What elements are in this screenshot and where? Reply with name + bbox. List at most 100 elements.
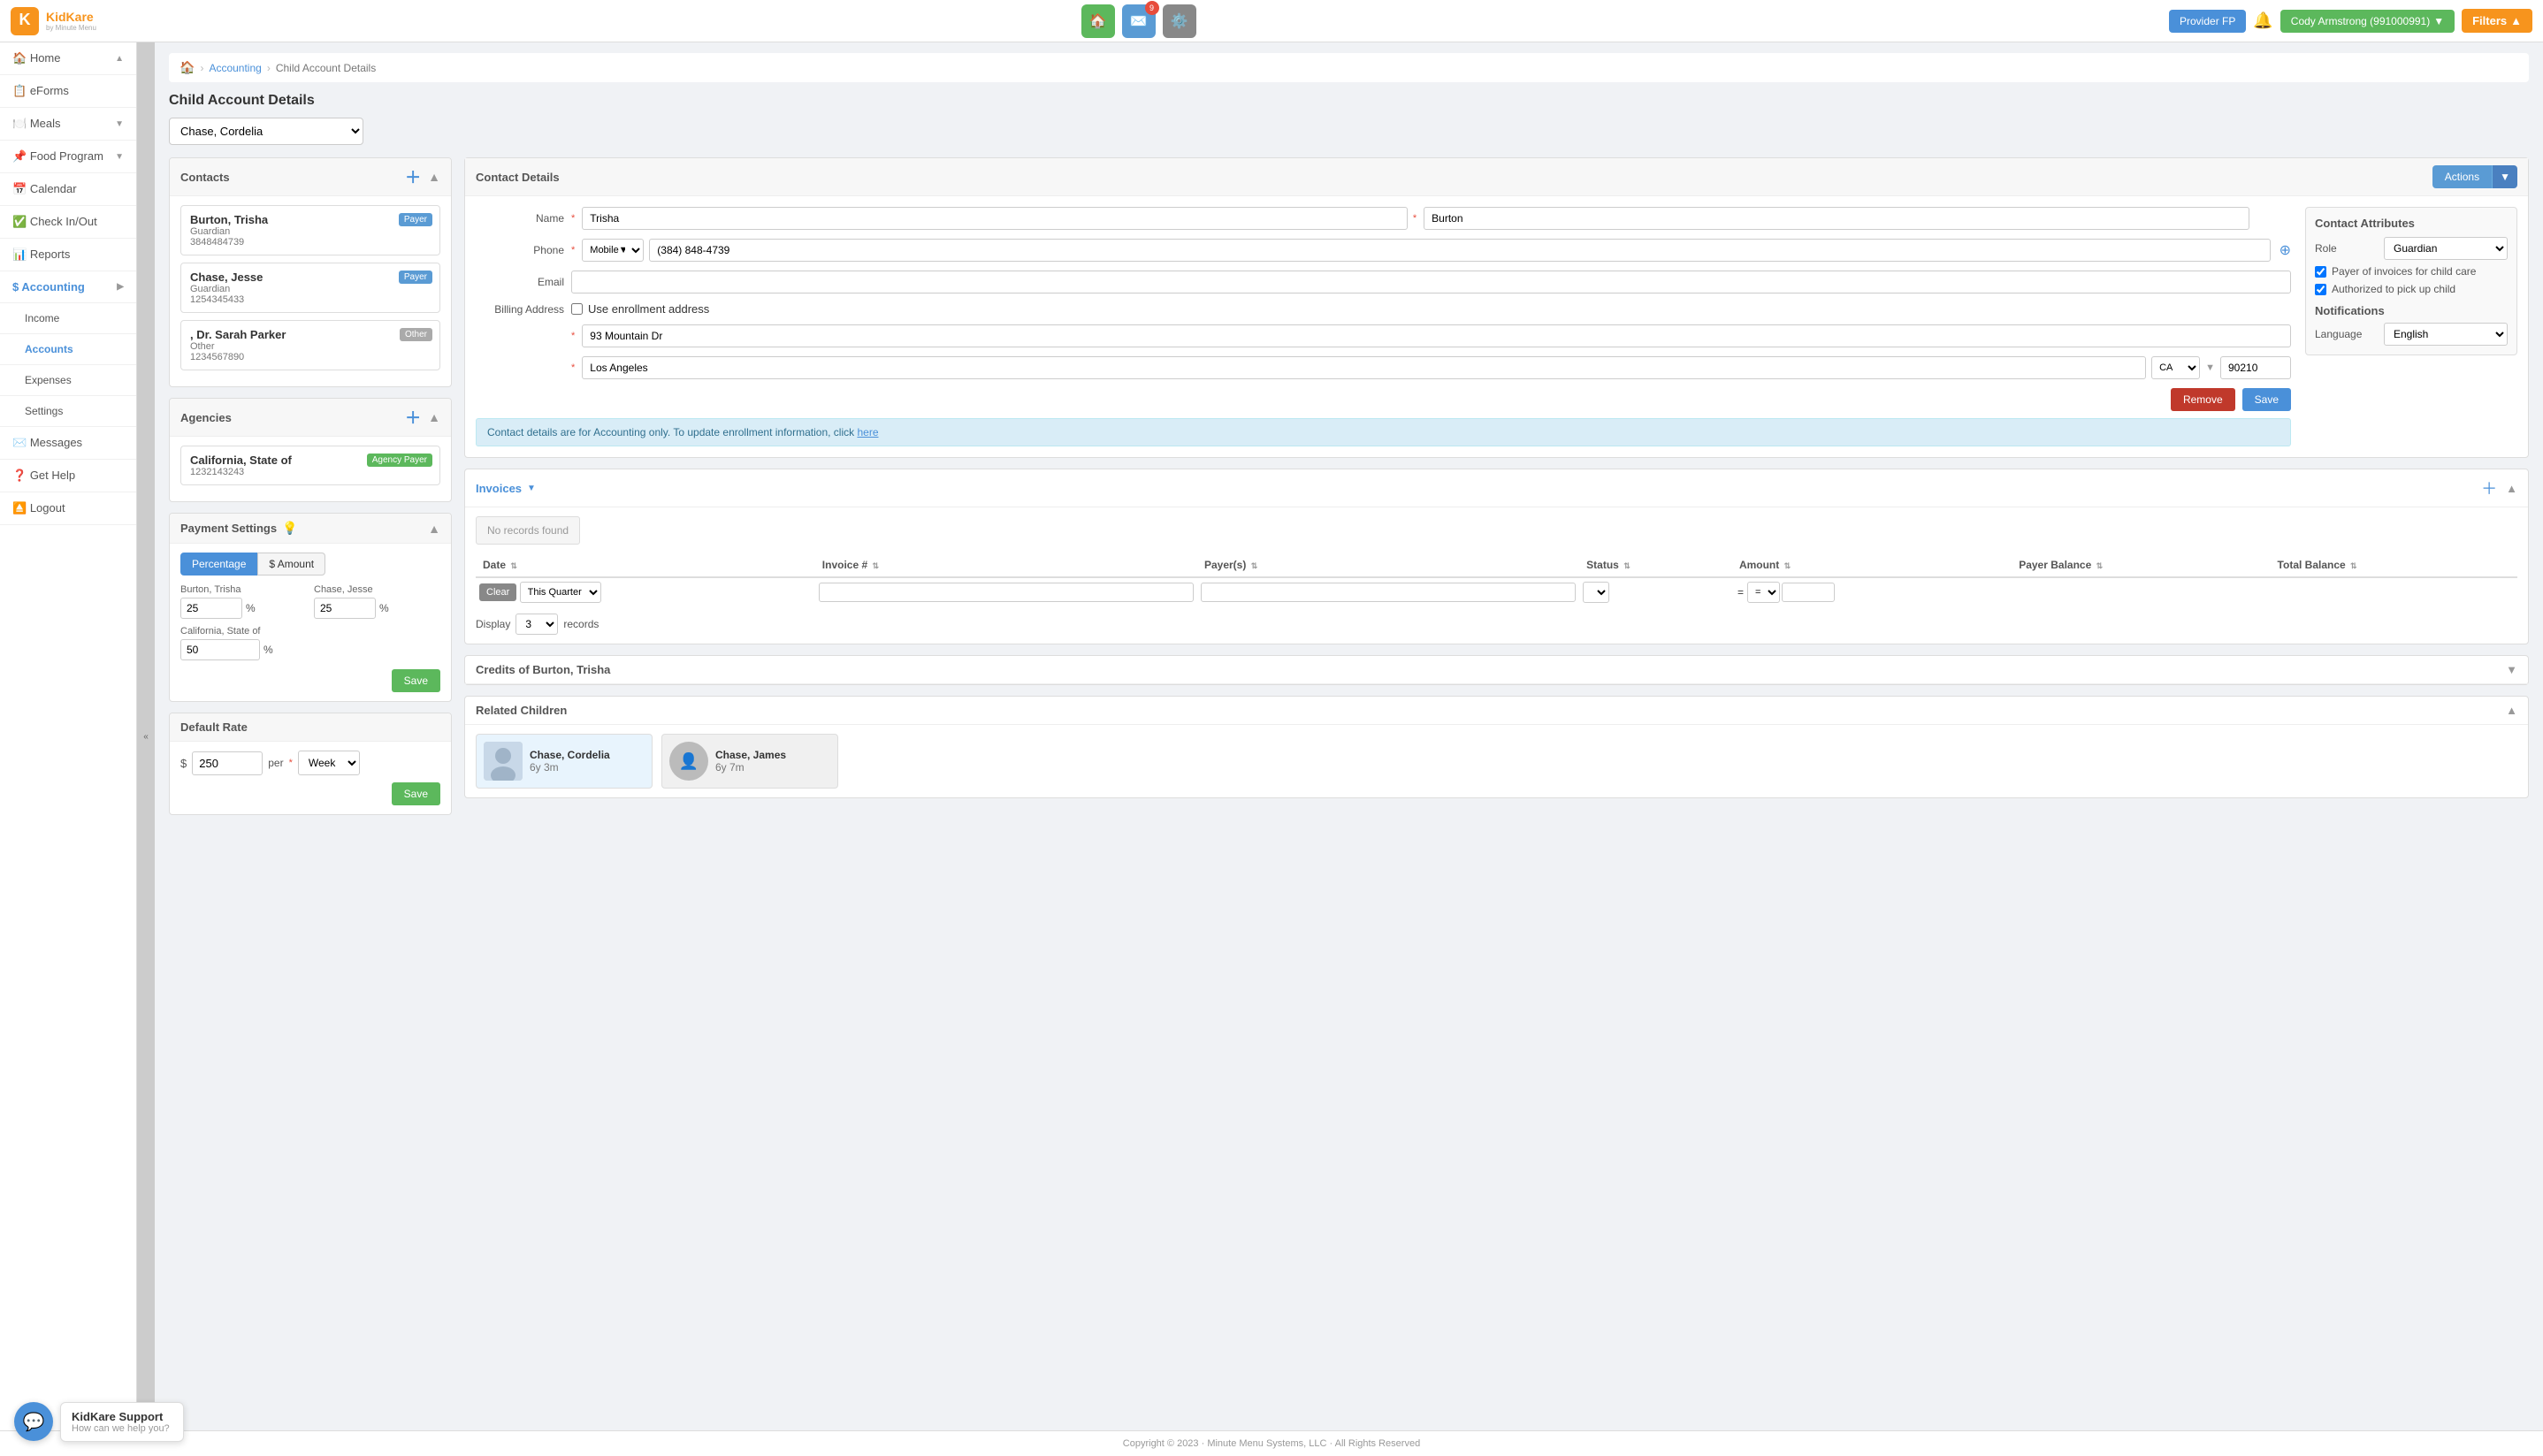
sidebar-checkinout-label: Check In/Out xyxy=(30,215,97,228)
sidebar-item-accounts[interactable]: Accounts xyxy=(0,334,136,365)
email-input[interactable] xyxy=(571,271,2291,293)
actions-btn[interactable]: Actions xyxy=(2432,165,2492,188)
role-select[interactable]: Guardian Parent Other xyxy=(2384,237,2508,260)
city-input[interactable] xyxy=(582,356,2146,379)
sidebar-toggle[interactable]: « xyxy=(137,42,155,1430)
agencies-collapse-btn[interactable]: ▲ xyxy=(428,410,440,424)
payment-save-btn[interactable]: Save xyxy=(392,669,440,692)
phone-input[interactable] xyxy=(649,239,2270,262)
notification-bell[interactable]: 🔔 xyxy=(2253,11,2272,30)
info-link[interactable]: here xyxy=(857,426,878,438)
zip-input[interactable] xyxy=(2220,356,2291,379)
invoice-header-row: Date ⇅ Invoice # ⇅ Payer(s) ⇅ Status ⇅ A… xyxy=(476,553,2517,577)
breadcrumb-accounting[interactable]: Accounting xyxy=(209,62,261,74)
col-payer-balance: Payer Balance ⇅ xyxy=(2012,553,2270,577)
pickup-checkbox[interactable] xyxy=(2315,284,2326,295)
state-select[interactable]: CA xyxy=(2151,356,2200,379)
contact-details-body: Name * * Phone xyxy=(465,196,2528,457)
home-nav-btn[interactable]: 🏠 xyxy=(1081,4,1115,38)
payer1-input[interactable] xyxy=(180,598,242,619)
language-select[interactable]: English Spanish French xyxy=(2384,323,2508,346)
pickup-checkbox-label: Authorized to pick up child xyxy=(2332,283,2455,295)
invoices-collapse-btn[interactable]: ▲ xyxy=(2506,482,2517,495)
contacts-panel: Contacts ＋ ▲ Payer Burton, Trisha Guardi… xyxy=(169,157,452,387)
child-card-1[interactable]: 👤 Chase, James 6y 7m xyxy=(661,734,838,789)
payer-checkbox[interactable] xyxy=(2315,266,2326,278)
contact-item-2[interactable]: Other , Dr. Sarah Parker Other 123456789… xyxy=(180,320,440,370)
sidebar-item-messages[interactable]: ✉️ Messages xyxy=(0,427,136,460)
chat-bubble-btn[interactable]: 💬 xyxy=(14,1402,53,1441)
main-content: 🏠 › Accounting › Child Account Details C… xyxy=(155,42,2543,1430)
user-btn[interactable]: Cody Armstrong (991000991) ▼ xyxy=(2280,10,2455,33)
invoices-add-btn[interactable]: ＋ xyxy=(2481,476,2497,499)
agency-item-0[interactable]: Agency Payer California, State of 123214… xyxy=(180,446,440,485)
contact-item-1[interactable]: Payer Chase, Jesse Guardian 1254345433 xyxy=(180,263,440,313)
agencies-add-btn[interactable]: ＋ xyxy=(405,406,421,429)
mail-nav-btn[interactable]: ✉️ 9 xyxy=(1122,4,1156,38)
payer-filter-input[interactable] xyxy=(1201,583,1576,602)
contacts-collapse-btn[interactable]: ▲ xyxy=(428,170,440,184)
sidebar-item-reports[interactable]: 📊 Reports xyxy=(0,239,136,271)
contact-item-0[interactable]: Payer Burton, Trisha Guardian 3848484739 xyxy=(180,205,440,255)
email-row: Email xyxy=(476,271,2291,293)
sidebar-item-foodprogram[interactable]: 📌 Food Program ▼ xyxy=(0,141,136,173)
agency-pct-input[interactable] xyxy=(180,639,260,660)
contact-badge-2: Other xyxy=(400,328,432,341)
sidebar-item-logout[interactable]: ⏏️ Logout xyxy=(0,492,136,525)
remove-btn[interactable]: Remove xyxy=(2171,388,2235,411)
top-nav: K KidKare by Minute Menu 🏠 ✉️ 9 ⚙️ Provi… xyxy=(0,0,2543,42)
amount-filter-input[interactable] xyxy=(1782,583,1835,602)
contact-phone-1: 1254345433 xyxy=(190,294,431,305)
sidebar-item-calendar[interactable]: 📅 Calendar xyxy=(0,173,136,206)
sidebar-item-settings[interactable]: Settings xyxy=(0,396,136,427)
right-column: Contact Details Actions ▼ Name xyxy=(464,157,2529,815)
rate-amount-input[interactable] xyxy=(192,751,263,775)
tab-percentage[interactable]: Percentage xyxy=(180,553,257,576)
amount-op-select[interactable]: = > < xyxy=(1747,582,1780,603)
default-rate-save-btn[interactable]: Save xyxy=(392,782,440,805)
logo: K KidKare by Minute Menu xyxy=(11,5,108,37)
sidebar-item-expenses[interactable]: Expenses xyxy=(0,365,136,396)
sidebar-item-accounting[interactable]: $ Accounting ▶ xyxy=(0,271,136,303)
actions-caret-btn[interactable]: ▼ xyxy=(2492,165,2517,188)
date-filter-select[interactable]: This Quarter Last Quarter This Month xyxy=(520,582,601,603)
related-children-panel: Related Children ▲ xyxy=(464,696,2529,798)
chat-tooltip: KidKare Support How can we help you? xyxy=(60,1402,184,1442)
sidebar-item-gethelp[interactable]: ❓ Get Help xyxy=(0,460,136,492)
payer2-input[interactable] xyxy=(314,598,376,619)
child-select[interactable]: Chase, Cordelia xyxy=(169,118,363,145)
sidebar-item-checkinout[interactable]: ✅ Check In/Out xyxy=(0,206,136,239)
rate-period-select[interactable]: Week Day Month xyxy=(298,751,360,775)
contact-phone-0: 3848484739 xyxy=(190,237,431,248)
phone-type-select[interactable]: Mobile▼ Home Work xyxy=(582,239,644,262)
sidebar-item-meals[interactable]: 🍽️ Meals ▼ xyxy=(0,108,136,141)
clear-filter-btn[interactable]: Clear xyxy=(479,583,516,601)
save-contact-btn[interactable]: Save xyxy=(2242,388,2291,411)
contact-details-title: Contact Details xyxy=(476,171,560,184)
address1-input[interactable] xyxy=(582,324,2291,347)
sidebar-income-label: Income xyxy=(25,312,59,324)
invoices-panel: Invoices ▼ ＋ ▲ No records found xyxy=(464,469,2529,644)
provider-btn[interactable]: Provider FP xyxy=(2169,10,2246,33)
display-count-select[interactable]: 3 5 10 25 xyxy=(515,614,558,635)
payment-settings-collapse-btn[interactable]: ▲ xyxy=(428,522,440,536)
home-icon[interactable]: 🏠 xyxy=(179,60,195,75)
sidebar-item-eforms[interactable]: 📋 eForms xyxy=(0,75,136,108)
first-name-input[interactable] xyxy=(582,207,1408,230)
use-enrollment-checkbox[interactable] xyxy=(571,303,583,315)
child-info-1: Chase, James 6y 7m xyxy=(715,749,786,774)
filters-btn[interactable]: Filters ▲ xyxy=(2462,9,2532,33)
related-collapse-btn[interactable]: ▲ xyxy=(2506,704,2517,717)
contacts-add-btn[interactable]: ＋ xyxy=(405,165,421,188)
sidebar-item-home[interactable]: 🏠 Home ▲ xyxy=(0,42,136,75)
child-card-0[interactable]: Chase, Cordelia 6y 3m xyxy=(476,734,653,789)
sidebar-item-income[interactable]: Income xyxy=(0,303,136,334)
credits-collapse-btn[interactable]: ▼ xyxy=(2506,663,2517,676)
invoice-filter-input[interactable] xyxy=(819,583,1194,602)
contact-badge-1: Payer xyxy=(399,271,432,284)
phone-add-btn[interactable]: ⊕ xyxy=(2280,241,2291,259)
tab-amount[interactable]: $ Amount xyxy=(257,553,325,576)
settings-nav-btn[interactable]: ⚙️ xyxy=(1163,4,1196,38)
last-name-input[interactable] xyxy=(1424,207,2249,230)
status-filter-select[interactable] xyxy=(1583,582,1609,603)
